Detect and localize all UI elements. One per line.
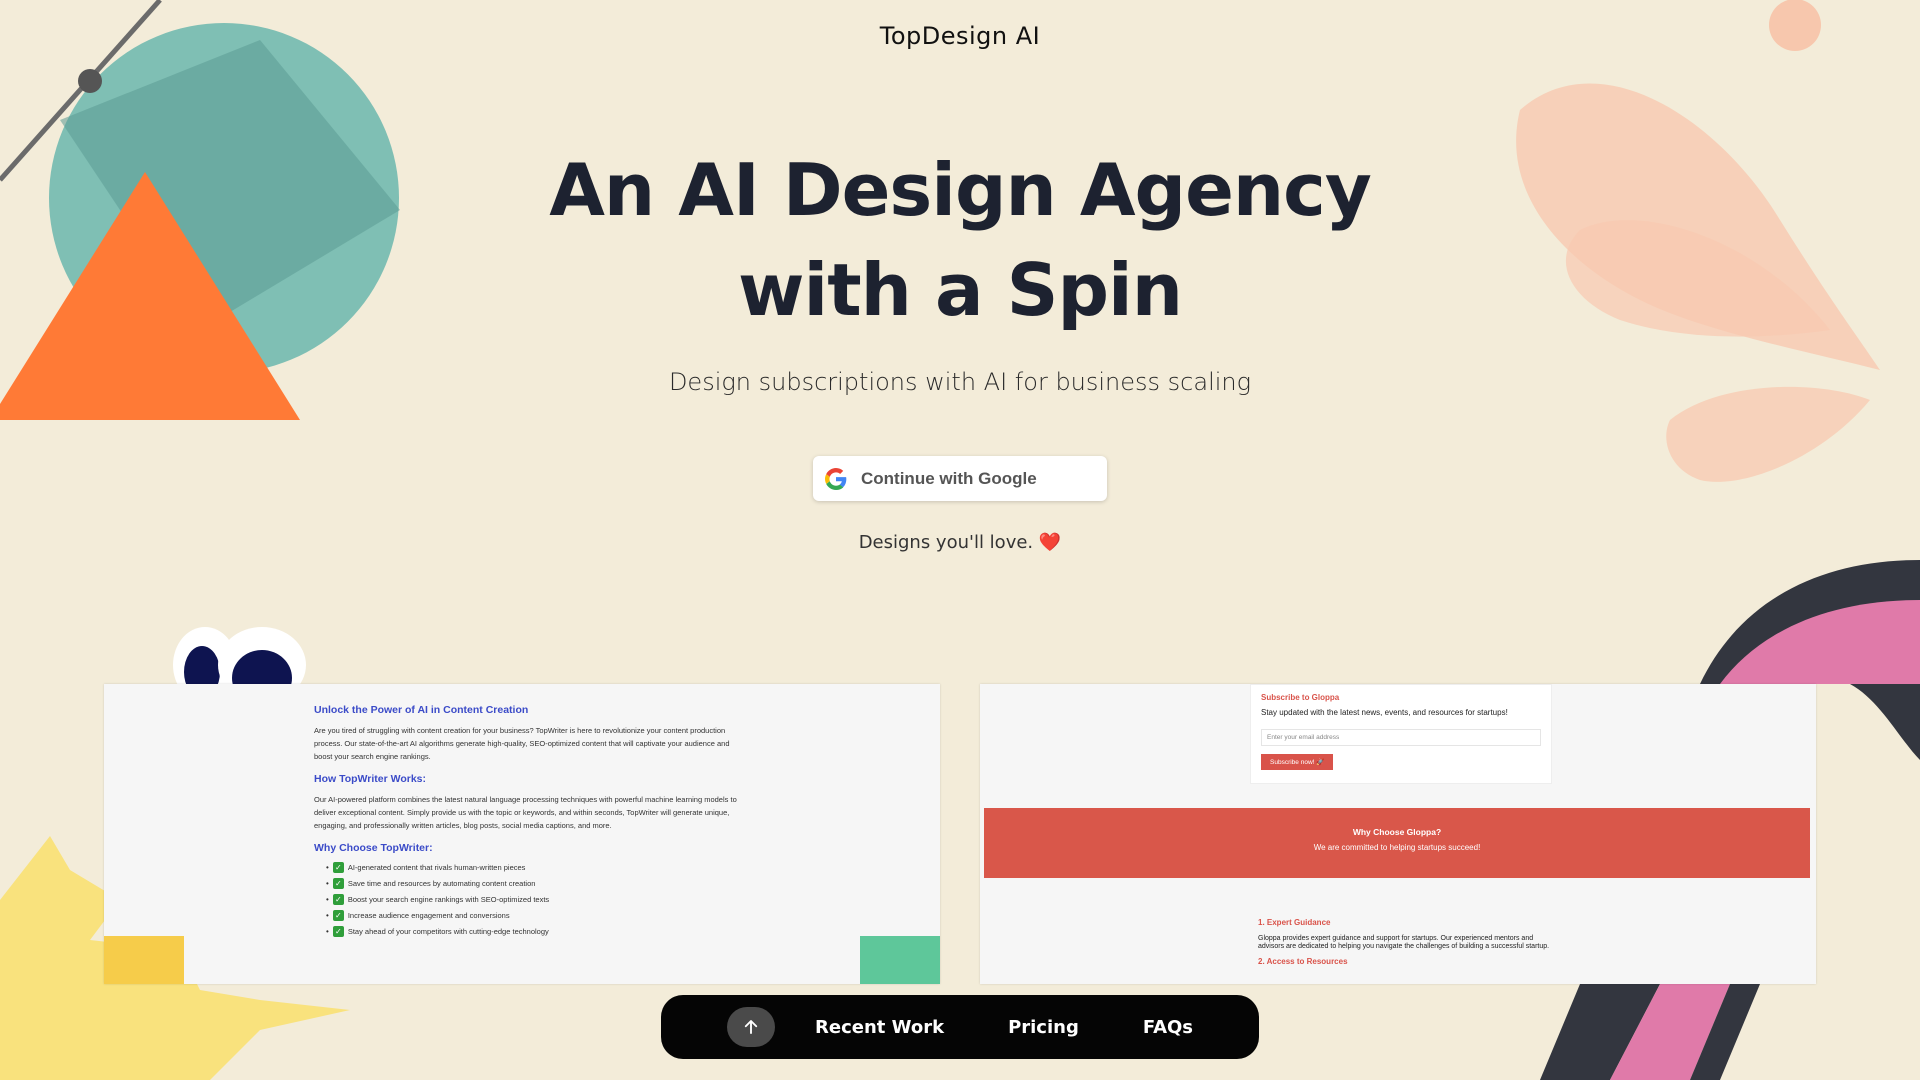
yellow-block-shape (104, 936, 184, 984)
guide-heading: 1. Expert Guidance (1258, 918, 1331, 927)
guidance-section: 1. Expert Guidance Gloppa provides exper… (1258, 918, 1558, 974)
list-item: • ✓ Boost your search engine rankings with… (326, 894, 550, 905)
card-heading: Unlock the Power of AI in Content Creati… (314, 704, 529, 716)
guide-paragraph: Gloppa provides expert guidance and supp… (1258, 935, 1550, 950)
why-choose-band: Why Choose Gloppa? We are committed to h… (984, 808, 1810, 878)
nav-recent-work[interactable]: Recent Work (815, 1017, 944, 1038)
bottom-nav: Recent Work Pricing FAQs (661, 995, 1259, 1059)
feature-list: • ✓ AI-generated content that rivals human… (314, 862, 744, 937)
continue-with-google-button[interactable]: Continue with Google (813, 456, 1107, 501)
brand-logo[interactable]: TopDesign AI (0, 22, 1920, 50)
google-icon (825, 467, 847, 490)
card-heading: Why Choose TopWriter: (314, 842, 433, 854)
scroll-top-button[interactable] (727, 1007, 775, 1047)
check-icon: ✓ (332, 926, 344, 937)
list-item: • ✓ Save time and resources by automating … (326, 878, 536, 889)
green-block-shape (860, 936, 940, 984)
email-field: Enter your email address (1261, 729, 1541, 746)
nav-pricing[interactable]: Pricing (1008, 1017, 1079, 1038)
check-icon: ✓ (332, 862, 344, 873)
card-paragraph: Our AI-powered platform combines the lat… (314, 795, 737, 830)
subscribe-description: Stay updated with the latest news, event… (1261, 708, 1508, 717)
tagline: Designs you'll love. ❤️ (0, 532, 1920, 553)
card-heading: How TopWriter Works: (314, 773, 427, 785)
list-item: • ✓ Stay ahead of your competitors with cu… (326, 926, 549, 937)
recent-work-card-gloppa[interactable]: Subscribe to Gloppa Stay updated with th… (980, 684, 1816, 984)
card-paragraph: Are you tired of struggling with content… (314, 726, 730, 761)
google-button-label: Continue with Google (861, 468, 1037, 488)
recent-work-card-topwriter[interactable]: Unlock the Power of AI in Content Creati… (104, 684, 940, 984)
subscribe-button: Subscribe now! 🚀 (1261, 754, 1334, 770)
list-item: • ✓ AI-generated content that rivals human… (326, 862, 526, 873)
nav-faqs[interactable]: FAQs (1143, 1017, 1193, 1038)
why-subtitle: We are committed to helping startups suc… (1313, 843, 1481, 852)
hero-subtitle: Design subscriptions with AI for busines… (668, 368, 1252, 396)
subscribe-box: Subscribe to Gloppa Stay updated with th… (1250, 684, 1552, 784)
list-item: • ✓ Increase audience engagement and conve… (326, 910, 510, 921)
subscribe-title: Subscribe to Gloppa (1261, 693, 1340, 702)
arrow-up-icon (744, 1020, 758, 1034)
tagline-text: Designs you'll love. (858, 532, 1034, 553)
check-icon: ✓ (332, 894, 344, 905)
check-icon: ✓ (332, 878, 344, 889)
heart-icon: ❤️ (1038, 532, 1062, 553)
guide-heading: 2. Access to Resources (1258, 957, 1348, 966)
check-icon: ✓ (332, 910, 344, 921)
why-title: Why Choose Gloppa? (1352, 827, 1442, 837)
hero-title: An AI Design Agency with a Spin (549, 148, 1372, 332)
